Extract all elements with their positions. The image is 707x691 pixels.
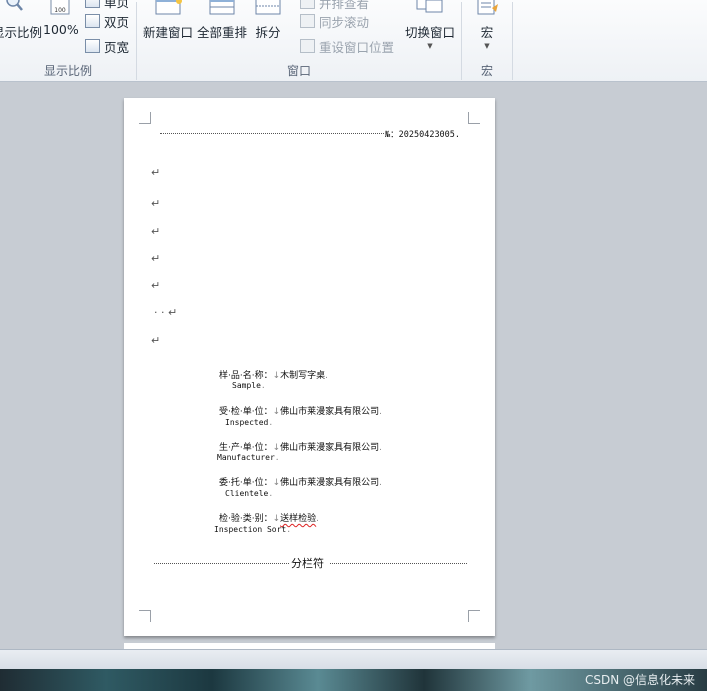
paragraph-mark: ↵: [151, 334, 161, 347]
split-label: 拆分: [255, 25, 281, 40]
arrange-all-button[interactable]: 全部重排: [195, 0, 249, 40]
csdn-watermark: CSDN @信息化未来: [584, 673, 695, 687]
field-english-label: Inspected.: [225, 418, 274, 427]
one-page-label: 单页: [104, 0, 130, 10]
switch-window-label: 切换窗口: [404, 25, 455, 40]
paragraph-mark: ↵: [151, 279, 161, 292]
field-value: 佛山市莱漫家具有限公司: [280, 478, 380, 488]
zoom-100-label: 100%: [43, 22, 79, 37]
field-label: 受·检·单·位：: [219, 407, 273, 417]
margin-corner-mark: [139, 610, 151, 622]
switch-window-icon: [416, 0, 444, 13]
one-page-button[interactable]: 单页: [85, 0, 129, 11]
field-english-label: Sample.: [232, 381, 266, 390]
field-english-label: Inspection Sort.: [214, 525, 292, 534]
report-number: №：20250423005.: [385, 130, 461, 140]
paragraph-spaces: · · ↵: [154, 306, 178, 319]
page-width-button[interactable]: 页宽: [85, 36, 129, 56]
field-label: 委·托·单·位：: [219, 478, 273, 488]
field-english-text: Inspected: [225, 418, 269, 427]
paragraph-mark: ↵: [151, 197, 161, 210]
field-row: 生·产·单·位：↓佛山市莱漫家具有限公司.: [219, 443, 383, 453]
zoom-button[interactable]: 显示比例: [0, 0, 42, 40]
two-pages-label: 双页: [104, 14, 130, 30]
new-window-label: 新建窗口: [142, 25, 193, 40]
margin-corner-mark: [468, 112, 480, 124]
paragraph-mark: ↵: [151, 166, 161, 179]
chevron-down-icon: ▼: [484, 42, 490, 50]
two-pages-button[interactable]: 双页: [85, 11, 129, 31]
field-value: 木制写字桌: [280, 371, 326, 381]
margin-corner-mark: [139, 112, 151, 124]
sync-scroll-button[interactable]: 同步滚动: [300, 11, 369, 31]
field-english-text: Sample: [232, 381, 261, 390]
paragraph-mark: ↵: [151, 252, 161, 265]
arrange-all-icon: [209, 0, 235, 16]
side-by-side-icon: [300, 0, 315, 9]
zoom-button-label: 显示比例: [0, 25, 42, 40]
column-break-dots-left: [154, 563, 289, 564]
zoom-group-label: 显示比例: [43, 64, 92, 78]
magnifier-icon: [5, 0, 25, 14]
field-row: 样·品·名·称：↓木制写字桌.: [219, 371, 329, 381]
macro-label: 宏: [480, 25, 494, 40]
field-value: 佛山市莱漫家具有限公司: [280, 407, 380, 417]
field-label: 生·产·单·位：: [219, 443, 273, 453]
macro-icon: [474, 0, 500, 16]
paragraph-mark: ↵: [168, 306, 178, 319]
column-break-dots-right: [330, 563, 467, 564]
macro-group: 宏 ▼ 宏: [462, 0, 512, 82]
field-english-label: Clientele.: [225, 489, 274, 498]
field-row: 受·检·单·位：↓佛山市莱漫家具有限公司.: [219, 407, 383, 417]
macro-group-label: 宏: [480, 64, 493, 78]
window-group: 新建窗口 全部重排 拆分 并排查看 同步滚动 重设窗口位置 切换窗口 ▼ 窗口: [137, 0, 461, 82]
column-break-marker: 分栏符: [291, 557, 324, 570]
sync-scroll-icon: [300, 14, 315, 28]
field-value: 送样检验: [280, 514, 317, 524]
status-bar: [0, 649, 707, 669]
page-width-label: 页宽: [104, 39, 130, 55]
field-english-label: Manufacturer.: [217, 453, 280, 462]
window-group-label: 窗口: [286, 64, 311, 78]
field-label: 样·品·名·称：: [219, 371, 273, 381]
field-english-text: Inspection Sort: [214, 525, 287, 534]
chevron-down-icon: ▼: [427, 42, 433, 50]
page-width-icon: [85, 39, 100, 53]
field-value: 佛山市莱漫家具有限公司: [280, 443, 380, 453]
zoom-group: 显示比例 100 100% 单页 双页 页宽 显示比例: [0, 0, 136, 82]
view-side-by-side-label: 并排查看: [319, 0, 370, 11]
split-icon: [255, 0, 281, 16]
svg-text:100: 100: [54, 7, 66, 14]
sync-scroll-label: 同步滚动: [319, 14, 370, 30]
field-label: 检·验·类·别：: [219, 514, 273, 524]
reset-window-position-button[interactable]: 重设窗口位置: [300, 36, 394, 56]
two-pages-icon: [85, 14, 100, 28]
field-row: 检·验·类·别：↓送样检验.: [219, 514, 320, 524]
new-window-button[interactable]: 新建窗口: [141, 0, 195, 40]
paragraph-mark: ↵: [151, 225, 161, 238]
one-page-icon: [85, 0, 100, 8]
switch-window-button[interactable]: 切换窗口 ▼: [402, 0, 458, 50]
field-english-text: Manufacturer: [217, 453, 275, 462]
new-window-icon: [153, 0, 183, 16]
group-separator: [512, 2, 513, 80]
split-button[interactable]: 拆分: [251, 0, 285, 40]
ribbon: 显示比例 100 100% 单页 双页 页宽 显示比例 新建窗口: [0, 0, 707, 82]
tab-leader-dots: [160, 133, 384, 134]
document-page[interactable]: №：20250423005. ↵ ↵ ↵ ↵ ↵ · · ↵ ↵ 样·品·名·称…: [124, 98, 495, 636]
zoom-100-icon: 100: [47, 0, 73, 16]
field-row: 委·托·单·位：↓佛山市莱漫家具有限公司.: [219, 478, 383, 488]
field-english-text: Clientele: [225, 489, 269, 498]
macro-button[interactable]: 宏 ▼: [468, 0, 506, 50]
zoom-100-button[interactable]: 100 100%: [43, 0, 79, 37]
reset-window-position-label: 重设窗口位置: [319, 39, 395, 55]
arrange-all-label: 全部重排: [196, 25, 247, 40]
reset-window-icon: [300, 39, 315, 53]
margin-corner-mark: [468, 610, 480, 622]
